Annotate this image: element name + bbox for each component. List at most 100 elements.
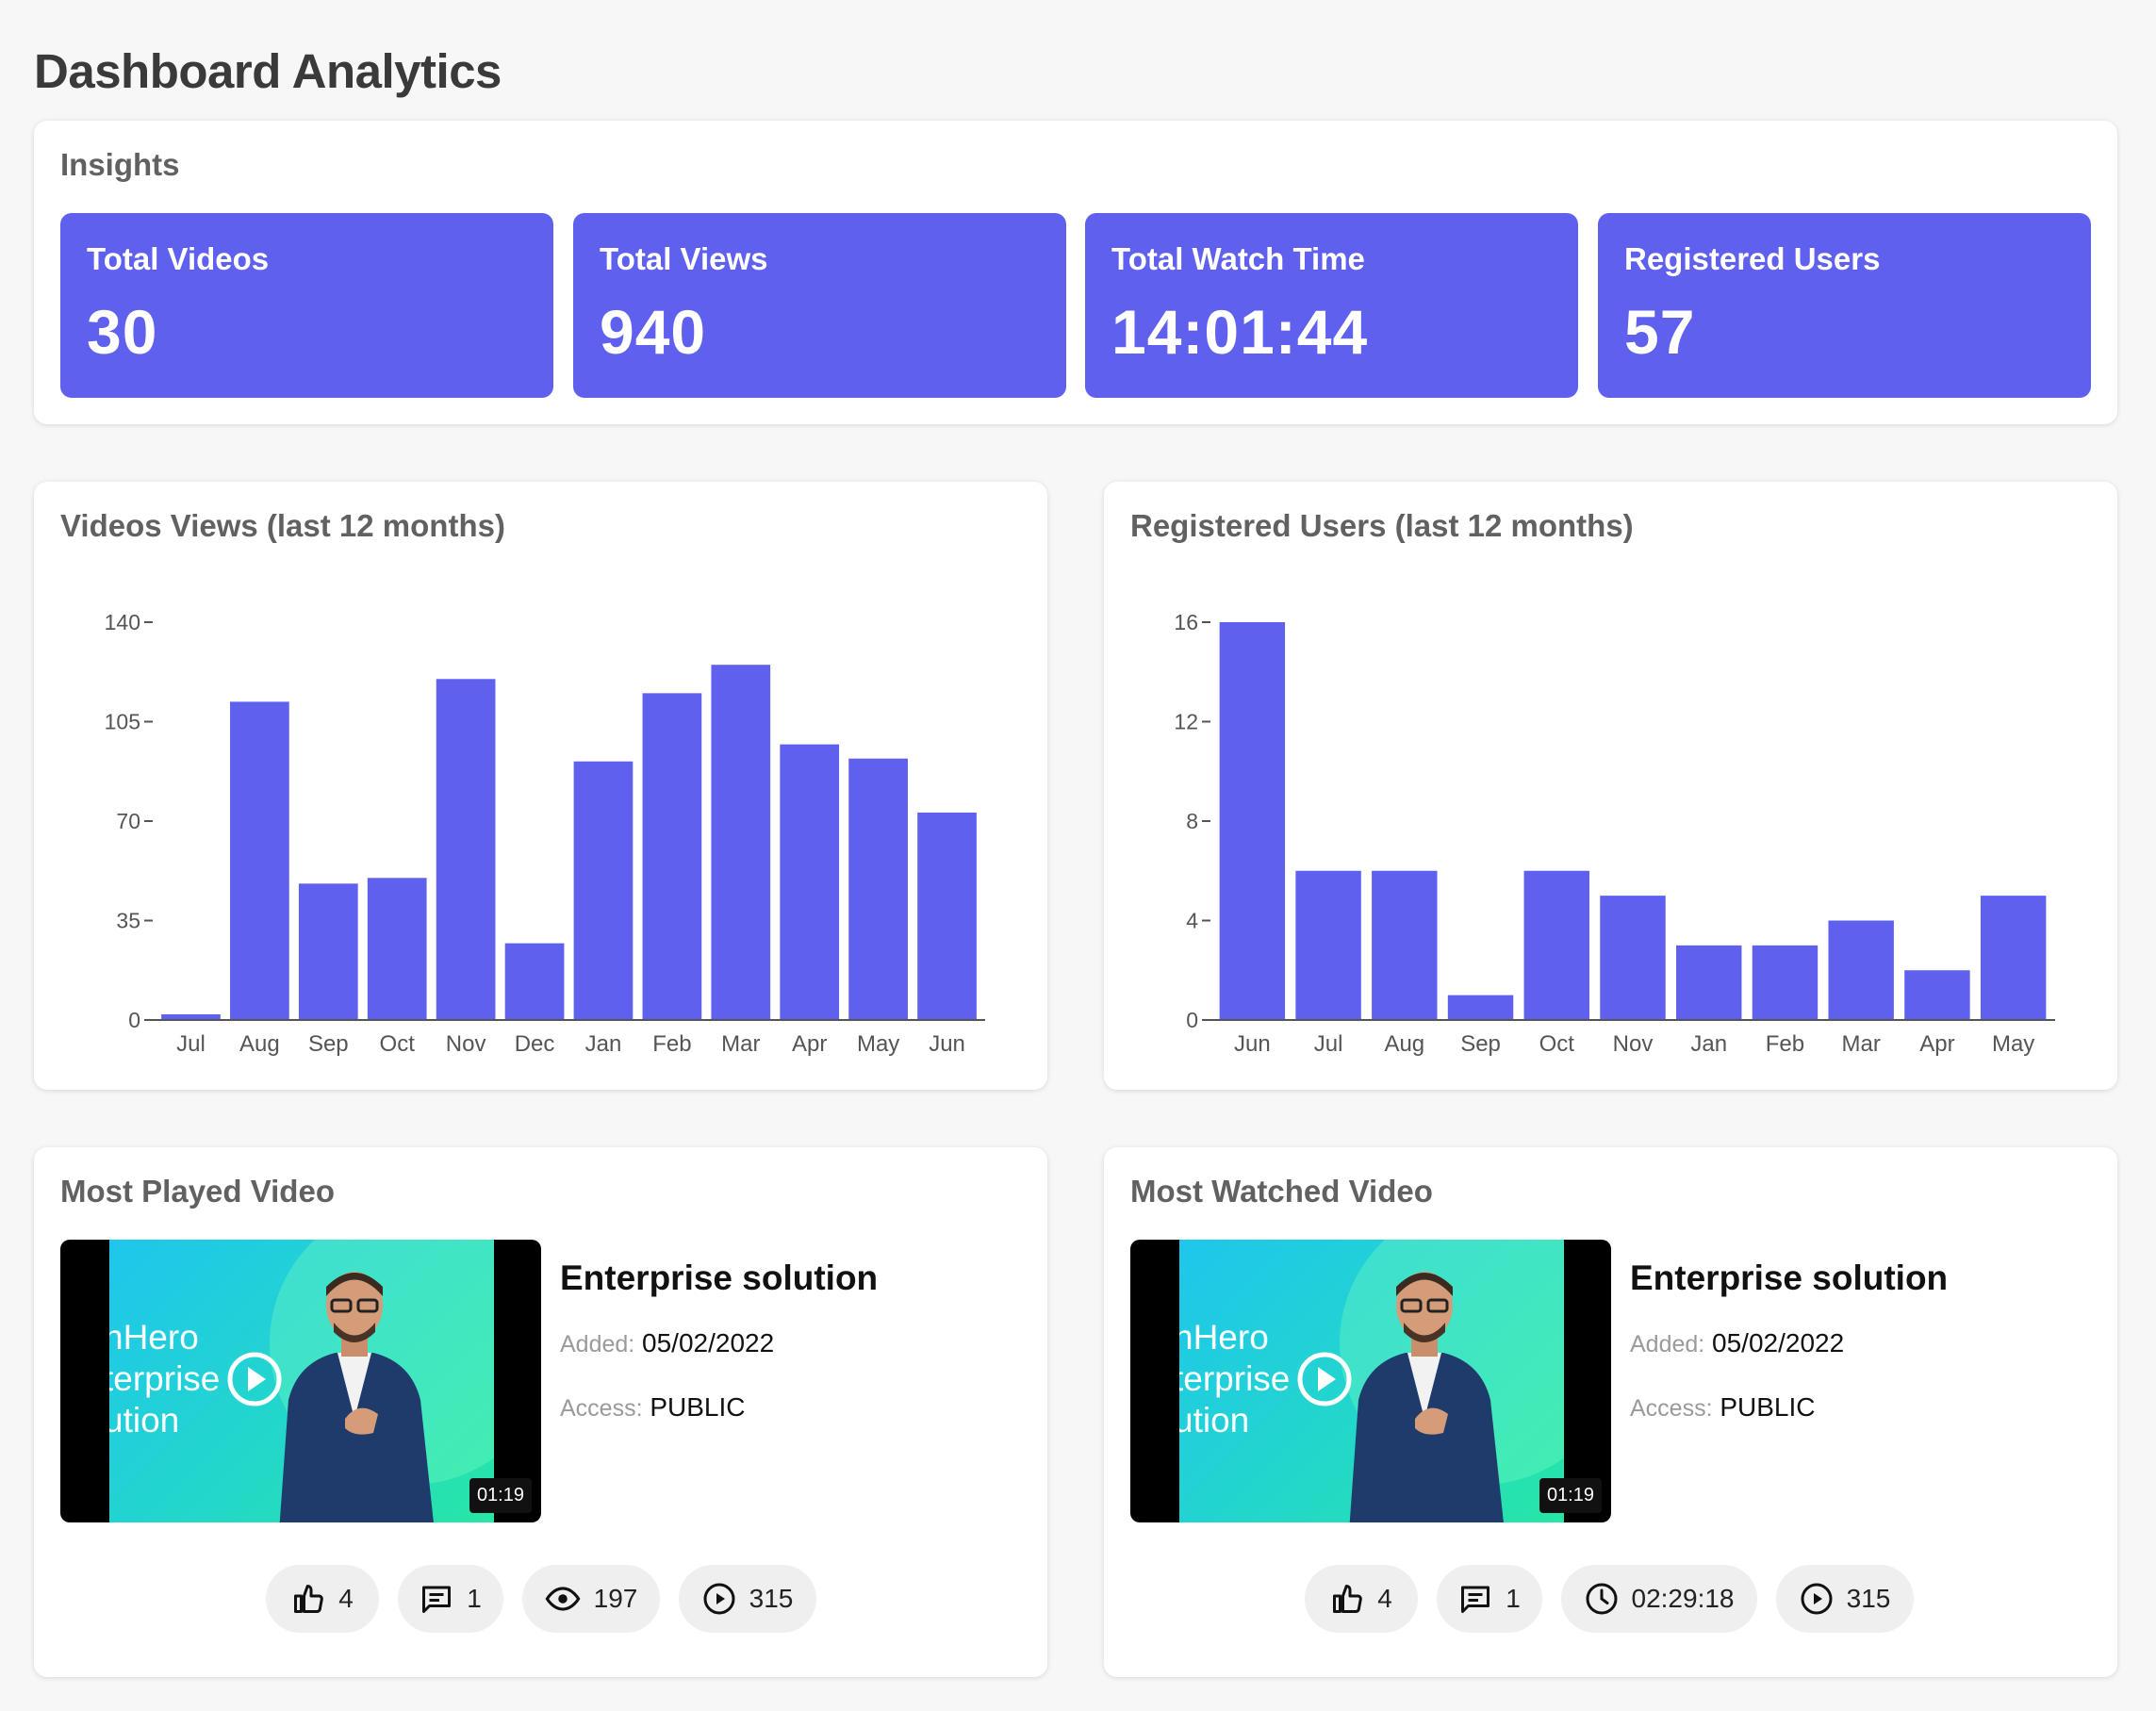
added-value: 05/02/2022 [642,1328,775,1357]
bar-nov [436,679,496,1020]
x-tick-label: Aug [239,1031,280,1057]
clock-icon [1586,1583,1617,1615]
y-tick-label: 35 [116,909,140,933]
y-tick-label: 0 [128,1008,140,1032]
video-access: Access: PUBLIC [1630,1392,1815,1423]
x-tick-label: May [1992,1031,2034,1057]
kpi-label: Total Watch Time [1111,241,1365,276]
views-stat: 197 [522,1565,660,1633]
x-tick-label: Feb [652,1031,691,1057]
bar-aug [230,701,289,1020]
added-label: Added: [1630,1331,1705,1357]
likes-count: 4 [338,1584,354,1613]
x-tick-label: Dec [515,1031,555,1057]
bar-mar [711,665,771,1020]
likes-stat: 4 [1305,1565,1418,1633]
insights-card: Insights Total Videos 30 Total Views 940… [34,121,2117,424]
bar-sep [298,883,358,1020]
added-label: Added: [560,1331,635,1357]
x-tick-label: Jun [1234,1031,1271,1057]
kpi-label: Total Views [600,241,768,276]
bar-apr [780,744,840,1020]
bar-may [848,758,908,1020]
video-added: Added: 05/02/2022 [560,1328,774,1358]
bar-oct [367,878,427,1020]
x-tick-label: Aug [1384,1031,1424,1057]
play-circle-icon [1801,1583,1833,1615]
most-played-title: Most Played Video [60,1174,335,1209]
bar-sep [1447,995,1514,1020]
x-tick-label: Oct [380,1031,416,1057]
kpi-label: Registered Users [1624,241,1881,276]
most-played-card: Most Played Video nHero terprise ution 0… [34,1147,1047,1677]
bar-jun [1219,622,1286,1020]
views-count: 197 [593,1584,638,1613]
bar-aug [1372,870,1438,1020]
bar-jan [573,761,634,1020]
x-tick-label: Mar [721,1031,760,1057]
video-duration: 01:19 [469,1478,532,1513]
eye-icon [545,1587,581,1611]
x-tick-label: Feb [1766,1031,1804,1057]
insights-title: Insights [60,147,180,182]
kpi-total-watch-time: Total Watch Time 14:01:44 [1085,213,1578,398]
bar-oct [1523,870,1589,1020]
comment-icon [1461,1586,1490,1613]
bar-nov [1600,896,1666,1020]
thumbnail-image: nHero terprise ution [109,1240,494,1522]
video-thumbnail[interactable]: nHero terprise ution 01:19 [60,1240,541,1522]
most-watched-card: Most Watched Video nHero terprise ution … [1104,1147,2117,1677]
y-tick-label: 105 [105,710,140,734]
access-label: Access: [1630,1395,1713,1422]
bar-feb [1752,945,1819,1020]
kpi-value: 14:01:44 [1111,297,1369,367]
plays-count: 315 [749,1584,794,1613]
bar-jul [1295,870,1361,1020]
comments-count: 1 [467,1584,482,1613]
video-title[interactable]: Enterprise solution [560,1259,878,1298]
comment-icon [422,1586,452,1613]
bar-apr [1904,970,1970,1020]
x-tick-label: Oct [1539,1031,1575,1057]
presenter-figure [1349,1272,1504,1522]
users-bar-chart: 0 4 8 12 16 Jun Jul Aug Sep Oct Nov Jan Feb Mar Apr May [1174,610,2055,1057]
plays-stat: 315 [1776,1565,1914,1633]
x-tick-label: Jan [585,1031,622,1057]
access-value: PUBLIC [1720,1392,1816,1422]
video-thumbnail[interactable]: nHero terprise ution 01:19 [1130,1240,1611,1522]
kpi-value: 57 [1624,297,1696,367]
likes-count: 4 [1377,1584,1392,1613]
x-tick-label: Jul [176,1031,206,1057]
kpi-total-views: Total Views 940 [573,213,1066,398]
kpi-value: 940 [600,297,707,367]
plays-stat: 315 [679,1565,816,1633]
y-tick-label: 70 [116,809,140,833]
bar-mar [1828,920,1894,1020]
most-watched-title: Most Watched Video [1130,1174,1433,1209]
kpi-label: Total Videos [87,241,270,276]
bar-feb [642,693,702,1020]
users-chart-card: Registered Users (last 12 months) 0 4 8 12 1… [1104,482,2117,1090]
thumbs-up-icon [294,1585,323,1613]
kpi-value: 30 [87,297,158,367]
bar-jan [1676,945,1742,1020]
x-tick-label: Nov [1613,1031,1654,1057]
kpi-registered-users: Registered Users 57 [1598,213,2091,398]
comments-stat: 1 [398,1565,503,1633]
y-tick-label: 4 [1186,909,1198,933]
y-tick-label: 8 [1186,809,1198,833]
play-icon[interactable] [226,1351,283,1407]
x-tick-label: Jun [929,1031,965,1057]
play-circle-icon [703,1583,735,1615]
kpi-total-videos: Total Videos 30 [60,213,553,398]
thumbnail-image: nHero terprise ution [1179,1240,1564,1522]
video-title[interactable]: Enterprise solution [1630,1259,1948,1298]
video-duration: 01:19 [1539,1478,1602,1513]
x-tick-label: Mar [1842,1031,1881,1057]
comments-stat: 1 [1437,1565,1542,1633]
x-tick-label: Sep [308,1031,349,1057]
play-icon[interactable] [1296,1351,1353,1407]
bar-dec [504,943,565,1020]
comments-count: 1 [1506,1584,1521,1613]
y-tick-label: 12 [1174,710,1198,734]
